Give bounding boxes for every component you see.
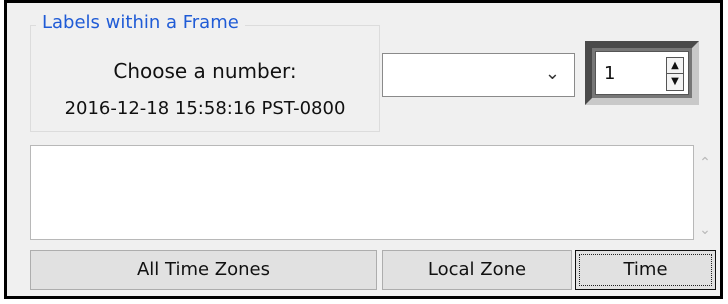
app-window: Choose a number: 2016-12-18 15:58:16 PST… bbox=[4, 0, 723, 299]
chevron-down-icon[interactable]: ⌄ bbox=[545, 63, 560, 85]
choose-number-label: Choose a number: bbox=[113, 59, 297, 83]
vertical-scrollbar[interactable]: ⌃ ⌄ bbox=[694, 145, 716, 240]
number-spinbox[interactable]: 1 ▲ ▼ bbox=[595, 51, 689, 95]
number-combobox[interactable]: ⌄ bbox=[382, 53, 575, 97]
local-zone-button[interactable]: Local Zone bbox=[382, 250, 572, 290]
spinbox-frame: 1 ▲ ▼ bbox=[585, 41, 699, 105]
time-button[interactable]: Time bbox=[575, 250, 716, 290]
all-time-zones-button[interactable]: All Time Zones bbox=[30, 250, 377, 290]
frame-legend: Labels within a Frame bbox=[36, 12, 245, 34]
datetime-label: 2016-12-18 15:58:16 PST-0800 bbox=[64, 98, 346, 119]
spinbox-buttons: ▲ ▼ bbox=[666, 57, 684, 91]
triangle-down-icon[interactable]: ▼ bbox=[667, 74, 683, 90]
chevron-down-icon[interactable]: ⌄ bbox=[694, 222, 716, 238]
spinbox-value[interactable]: 1 bbox=[604, 64, 615, 84]
output-textbox[interactable] bbox=[30, 145, 694, 240]
triangle-up-icon[interactable]: ▲ bbox=[667, 58, 683, 74]
focus-indicator bbox=[579, 254, 712, 286]
labels-frame: Choose a number: 2016-12-18 15:58:16 PST… bbox=[30, 25, 380, 132]
chevron-up-icon[interactable]: ⌃ bbox=[694, 155, 716, 171]
